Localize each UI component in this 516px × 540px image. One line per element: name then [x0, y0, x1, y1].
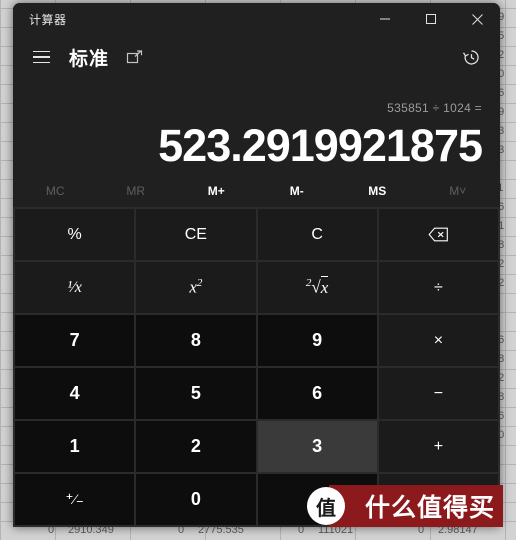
- key-label: 2√x: [305, 275, 329, 297]
- memory-button-m: M˅: [449, 184, 467, 198]
- memory-row: MC MR M+ M- MS M˅: [13, 175, 500, 207]
- window-controls: [362, 3, 500, 35]
- minimize-icon[interactable]: [362, 3, 408, 35]
- key-label: 5: [190, 383, 201, 403]
- watermark-logo: 值: [306, 487, 345, 525]
- key-label: +: [433, 437, 444, 455]
- app-title: 计算器: [29, 12, 67, 27]
- key-sign-toggle[interactable]: ⁺⁄₋: [15, 474, 135, 525]
- history-icon[interactable]: [454, 40, 488, 74]
- key-reciprocal[interactable]: ¹⁄x: [15, 262, 135, 313]
- key-label: 4: [69, 383, 80, 403]
- key-label: CE: [184, 225, 207, 243]
- key-label: 2: [190, 436, 201, 456]
- display-area: 535851 ÷ 1024 = 523.2919921875: [13, 79, 500, 175]
- key-digit-5[interactable]: 5: [136, 368, 256, 419]
- key-add[interactable]: +: [378, 421, 498, 472]
- key-square-root[interactable]: 2√x: [257, 262, 377, 313]
- key-label: C: [311, 225, 323, 243]
- key-digit-6[interactable]: 6: [257, 368, 377, 419]
- maximize-icon[interactable]: [408, 3, 454, 35]
- screen: 02910.34902775.535011102102.98147 292532…: [0, 0, 516, 540]
- memory-button-mc: MC: [45, 184, 65, 198]
- key-clear-entry[interactable]: CE: [136, 209, 256, 260]
- memory-button-mr: MR: [126, 184, 146, 198]
- key-digit-0[interactable]: 0: [136, 474, 256, 525]
- result-text[interactable]: 523.2919921875: [158, 117, 483, 175]
- mode-bar: 标准: [13, 35, 500, 79]
- key-clear[interactable]: C: [257, 209, 377, 260]
- close-icon[interactable]: [454, 3, 500, 35]
- key-label: 9: [312, 330, 323, 350]
- spreadsheet-colline: [0, 0, 1, 540]
- key-digit-8[interactable]: 8: [136, 315, 256, 366]
- key-digit-2[interactable]: 2: [136, 421, 256, 472]
- key-label: 8: [190, 330, 201, 350]
- key-digit-1[interactable]: 1: [15, 421, 135, 472]
- key-label: 7: [69, 330, 80, 350]
- key-digit-9[interactable]: 9: [257, 315, 377, 366]
- key-label: 1: [69, 436, 80, 456]
- key-label: 6: [312, 383, 323, 403]
- key-digit-4[interactable]: 4: [15, 368, 135, 419]
- title-bar[interactable]: 计算器: [13, 3, 500, 35]
- key-label: ÷: [433, 278, 443, 296]
- key-label: ¹⁄x: [67, 278, 82, 296]
- backspace-icon: [428, 227, 449, 242]
- key-percent[interactable]: %: [15, 209, 135, 260]
- keep-on-top-icon[interactable]: [123, 46, 145, 68]
- key-label: ⁺⁄₋: [65, 492, 84, 508]
- keypad: %CEC¹⁄xx22√x÷789×456−123+⁺⁄₋0·=: [13, 207, 500, 527]
- hamburger-icon[interactable]: [21, 39, 61, 75]
- calculator-window: 计算器 标准 535851 ÷ 1024 = 523.2919921875 MC…: [13, 3, 500, 527]
- key-digit-7[interactable]: 7: [15, 315, 135, 366]
- expression-text: 535851 ÷ 1024 =: [387, 101, 482, 115]
- watermark-text: 什么值得买: [364, 494, 495, 522]
- memory-button-m[interactable]: M-: [257, 175, 338, 207]
- key-subtract[interactable]: −: [378, 368, 498, 419]
- key-label: %: [67, 225, 82, 243]
- key-divide[interactable]: ÷: [378, 262, 498, 313]
- key-square[interactable]: x2: [136, 262, 256, 313]
- mode-label: 标准: [69, 48, 110, 70]
- key-label: 3: [312, 436, 323, 456]
- key-label: x2: [189, 277, 203, 297]
- watermark-badge: 值 什么值得买: [306, 485, 503, 527]
- key-multiply[interactable]: ×: [378, 315, 498, 366]
- key-backspace[interactable]: [378, 209, 498, 260]
- key-label: 0: [190, 489, 201, 509]
- memory-button-m+[interactable]: M+: [176, 175, 257, 207]
- key-label: −: [433, 384, 444, 402]
- key-label: ×: [433, 331, 444, 349]
- key-digit-3[interactable]: 3: [257, 421, 377, 472]
- memory-button-ms[interactable]: MS: [337, 175, 418, 207]
